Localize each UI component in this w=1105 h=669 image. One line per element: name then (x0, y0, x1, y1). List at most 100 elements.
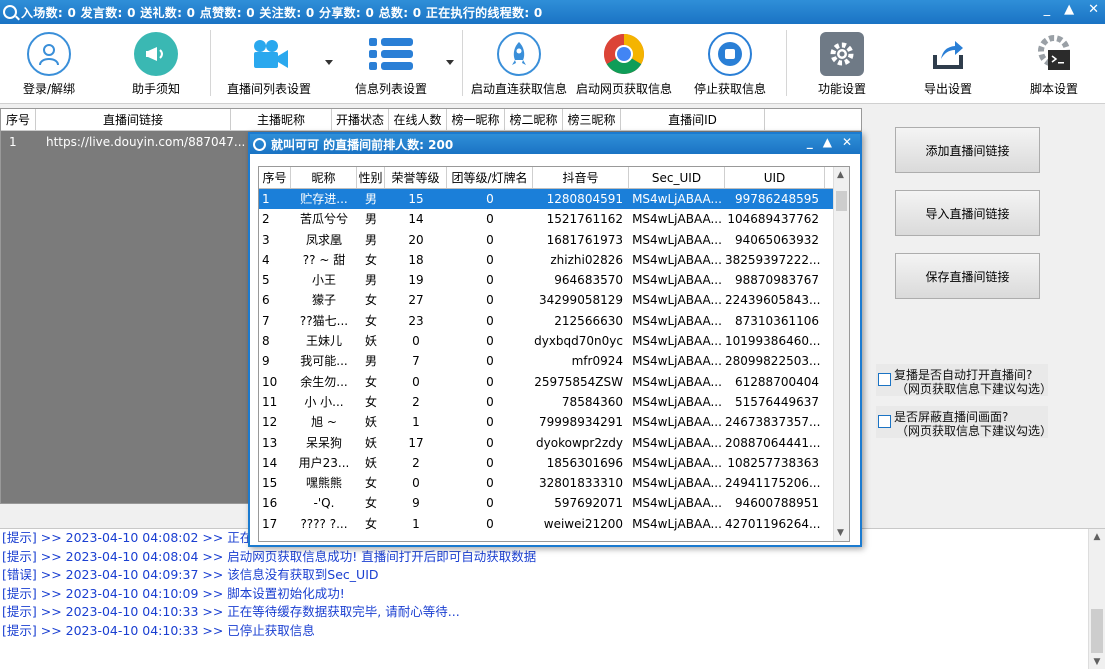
stop-button[interactable]: 停止获取信息 (694, 32, 766, 97)
start-direct-button[interactable]: 启动直连获取信息 (470, 32, 568, 97)
column-header[interactable]: 昵称 (291, 167, 357, 188)
login-button[interactable]: 登录/解绑 (18, 32, 80, 97)
auto-open-checkbox-row[interactable]: 复播是否自动打开直播间? （网页获取信息下建议勾选） (876, 364, 1052, 396)
scroll-up-icon[interactable]: ▲ (837, 170, 844, 180)
table-cell: 597692071 (554, 496, 623, 511)
table-cell: 0 (486, 293, 494, 308)
column-header[interactable]: 抖音号 (533, 167, 629, 188)
column-header[interactable]: 序号 (259, 167, 291, 188)
table-cell: 212566630 (554, 313, 623, 328)
table-row[interactable]: 5 小王 男 19 0 964683570 MS4wLjABAA... 98870983767 (259, 270, 849, 290)
function-settings-button[interactable]: 功能设置 (814, 32, 870, 97)
user-icon (27, 32, 71, 76)
megaphone-icon (134, 32, 178, 76)
table-cell: 0 (486, 212, 494, 227)
audience-popup-window[interactable]: 就叫可可 的直播间前排人数: 200 _ ▲ ✕ 序号 昵称 性别 荣誉等级 团… (248, 132, 862, 547)
table-cell: ???? ?... (300, 516, 348, 531)
log-scrollbar[interactable]: ▲ ▼ (1088, 529, 1105, 669)
table-cell: 0 (486, 232, 494, 247)
table-cell: 98870983767 (735, 273, 819, 288)
close-button[interactable]: ✕ (1088, 2, 1099, 17)
table-cell: 42701196264... (725, 516, 821, 531)
column-header[interactable]: 主播昵称 (231, 109, 332, 130)
column-header[interactable]: UID (725, 167, 825, 188)
script-settings-button[interactable]: 脚本设置 (1026, 32, 1082, 97)
table-cell: 2 (412, 394, 420, 409)
column-header[interactable]: 性别 (357, 167, 385, 188)
save-link-button[interactable]: 保存直播间链接 (895, 253, 1040, 299)
table-row[interactable]: 6 獴子 女 27 0 34299058129 MS4wLjABAA... 224396058… (259, 290, 849, 310)
start-web-button[interactable]: 启动网页获取信息 (576, 32, 672, 97)
add-link-button[interactable]: 添加直播间链接 (895, 127, 1040, 173)
block-video-checkbox[interactable] (878, 415, 891, 428)
column-header[interactable]: 榜三昵称 (563, 109, 621, 130)
popup-minimize-button[interactable]: _ (807, 135, 813, 149)
table-cell: 23 (408, 313, 424, 328)
scrollbar-thumb[interactable] (1091, 609, 1103, 653)
chevron-down-icon[interactable] (325, 60, 333, 65)
maximize-button[interactable]: ▲ (1064, 2, 1074, 17)
table-row[interactable]: 4 ?? ~ 甜 女 18 0 zhizhi02826 MS4wLjABAA... 38259… (259, 250, 849, 270)
column-header[interactable]: 榜二昵称 (505, 109, 563, 130)
table-cell: 旭 ~ (311, 415, 337, 430)
export-settings-button[interactable]: 导出设置 (920, 32, 976, 97)
audience-scrollbar[interactable]: ▲ ▼ (833, 167, 849, 541)
column-header[interactable]: Sec_UID (629, 167, 725, 188)
audience-table[interactable]: 序号 昵称 性别 荣誉等级 团等级/灯牌名 抖音号 Sec_UID UID 1 贮… (258, 166, 850, 542)
table-row[interactable]: 12 旭 ~ 妖 1 0 79998934291 MS4wLjABAA... 24673837… (259, 412, 849, 432)
table-cell: 1 (412, 415, 420, 430)
table-row[interactable]: 15 嘿熊熊 女 0 0 32801833310 MS4wLjABAA... 24941175… (259, 473, 849, 493)
table-row[interactable]: 8 王妹儿 妖 0 0 dyxbqd70n0yc MS4wLjABAA... 10199386… (259, 331, 849, 351)
log-line: [提示] >> 2023-04-10 04:10:09 >> 脚本设置初始化成功… (2, 585, 345, 601)
log-panel[interactable]: [提示] >> 2023-04-10 04:08:02 >> 正在启 [提示] … (0, 528, 1105, 669)
popup-maximize-button[interactable]: ▲ (823, 135, 832, 149)
table-cell: 0 (486, 273, 494, 288)
column-header[interactable]: 直播间链接 (36, 109, 231, 130)
table-cell: 女 (364, 476, 377, 491)
table-row[interactable]: 1 贮存进... 男 15 0 1280804591 MS4wLjABAA... 997862… (259, 189, 849, 210)
table-cell: 6 (262, 293, 270, 308)
chevron-down-icon[interactable] (446, 60, 454, 65)
auto-open-checkbox[interactable] (878, 373, 891, 386)
minimize-button[interactable]: _ (1044, 2, 1051, 17)
table-row[interactable]: 13 呆呆狗 妖 17 0 dyokowpr2zdy MS4wLjABAA... 208870… (259, 433, 849, 453)
table-row[interactable]: 7 ??猫七... 女 23 0 212566630 MS4wLjABAA... 873103… (259, 311, 849, 331)
table-cell: 贮存进... (300, 192, 348, 206)
video-camera-icon (247, 32, 291, 76)
table-cell: 男 (364, 192, 377, 206)
help-button[interactable]: 助手须知 (126, 32, 186, 97)
info-list-settings-button[interactable]: 信息列表设置 (354, 32, 428, 97)
table-row[interactable]: 14 用户23... 妖 2 0 1856301696 MS4wLjABAA... 10825… (259, 453, 849, 473)
title-bar: 入场数: 0 发言数: 0 送礼数: 0 点赞数: 0 关注数: 0 分享数: … (0, 0, 1105, 24)
table-row[interactable]: 2 苦瓜兮兮 男 14 0 1521761162 MS4wLjABAA... 10468943… (259, 209, 849, 229)
column-header[interactable]: 在线人数 (389, 109, 447, 130)
block-video-checkbox-row[interactable]: 是否屏蔽直播间画面? （网页获取信息下建议勾选） (876, 406, 1052, 438)
table-row[interactable]: 11 小 小... 女 2 0 78584360 MS4wLjABAA... 51576449… (259, 392, 849, 412)
column-header[interactable]: 荣誉等级 (385, 167, 447, 188)
scroll-up-icon[interactable]: ▲ (1092, 532, 1102, 542)
table-row[interactable]: 9 我可能... 男 7 0 mfr0924 MS4wLjABAA... 2809982250… (259, 351, 849, 371)
table-cell: 15 (408, 192, 424, 206)
column-header[interactable]: 团等级/灯牌名 (447, 167, 533, 188)
scrollbar-thumb[interactable] (836, 191, 847, 211)
scroll-down-icon[interactable]: ▼ (1092, 657, 1102, 667)
table-cell: 0 (486, 415, 494, 430)
column-header[interactable]: 榜一昵称 (447, 109, 505, 130)
column-header[interactable]: 开播状态 (332, 109, 389, 130)
table-cell: 0 (412, 476, 420, 491)
table-row[interactable]: 3 凤求凰 男 20 0 1681761973 MS4wLjABAA... 940650639… (259, 230, 849, 250)
table-row[interactable]: 17 ???? ?... 女 1 0 weiwei21200 MS4wLjABAA... 42… (259, 514, 849, 534)
table-row[interactable]: 10 余生勿... 女 0 0 25975854ZSW MS4wLjABAA... 61288… (259, 372, 849, 392)
column-header[interactable]: 序号 (1, 109, 36, 130)
table-cell: 0 (486, 516, 494, 531)
live-list-settings-button[interactable]: 直播间列表设置 (226, 32, 312, 97)
table-cell: 1 (262, 192, 270, 206)
table-cell: MS4wLjABAA... (632, 212, 722, 227)
table-cell: 9 (412, 496, 420, 511)
table-row[interactable]: 16 -'Q. 女 9 0 597692071 MS4wLjABAA... 946007889… (259, 493, 849, 513)
popup-close-button[interactable]: ✕ (842, 135, 852, 149)
import-link-button[interactable]: 导入直播间链接 (895, 190, 1040, 236)
column-header[interactable]: 直播间ID (621, 109, 765, 130)
export-icon (926, 32, 970, 76)
scroll-down-icon[interactable]: ▼ (837, 528, 844, 538)
